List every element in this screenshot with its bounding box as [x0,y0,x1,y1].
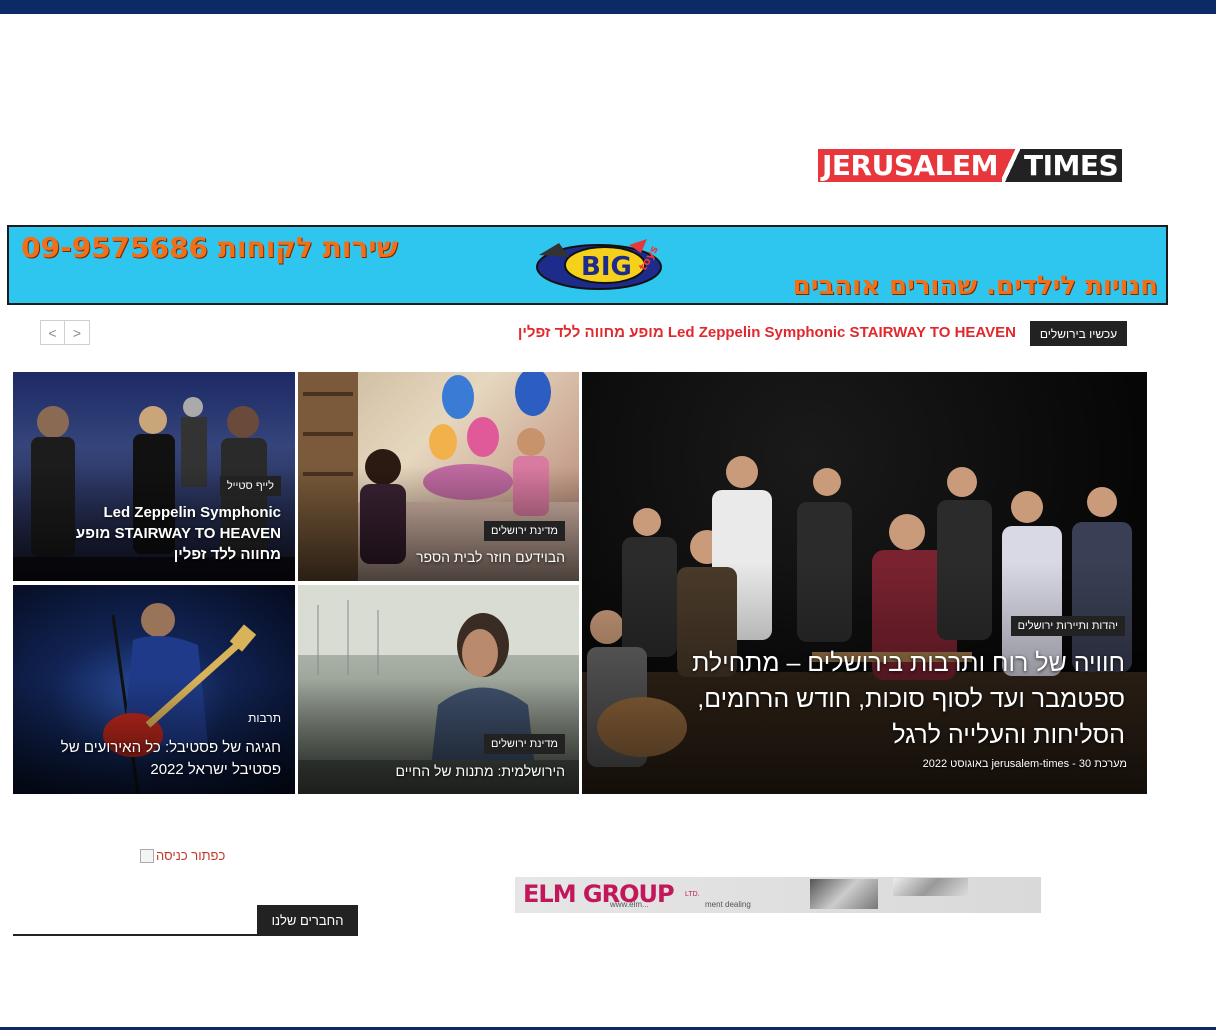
banner-brand: BIG [581,252,632,282]
article-tile-israel-festival[interactable]: תרבות חגיגה של פסטיבל: כל האירועים של פס… [13,585,295,794]
elm-group-ad[interactable]: ELM GROUP LTD. www.elm... ment dealing [515,877,1041,913]
article-tile-boidem[interactable]: מדינת ירושלים הבוידעם חוזר לבית הספר [298,372,579,581]
led-article-title[interactable]: Led Zeppelin Symphonic STAIRWAY TO HEAVE… [36,502,281,565]
ticker-label: עכשיו בירושלים [1030,321,1127,346]
main-article-author[interactable]: מערכת jerusalem-times [991,758,1127,770]
ticker-prev-button[interactable]: < [40,320,65,345]
big-toys-banner-ad[interactable]: שירות לקוחות 09-9575686 BIG toys חנויות … [7,225,1168,305]
elm-logo: ELM GROUP [523,880,675,908]
featured-article-main[interactable]: יהדות ותיירות ירושלים חוויה של רוח ותרבו… [582,372,1147,794]
ticker-headline-link[interactable]: Led Zeppelin Symphonic STAIRWAY TO HEAVE… [518,322,1016,344]
site-logo[interactable]: JERUSALEM TIMES [818,149,1123,182]
kids-article-title[interactable]: הבוידעם חוזר לבית הספר [315,547,565,567]
elm-suffix: LTD. [685,891,700,898]
logo-word-jerusalem: JERUSALEM [818,149,1003,182]
led-category-badge[interactable]: לייף סטייל [219,476,281,496]
main-article-title[interactable]: חוויה של רוח ותרבות בירושלים – מתחילת ספ… [645,645,1125,753]
sponsor-alt-text: כפתור כניסה [156,848,226,863]
elm-sub-text-2: ment dealing [705,900,751,909]
ticker-next-button[interactable]: > [65,320,90,345]
sponsor-image-link[interactable]: כפתור כניסה [140,848,225,863]
woman-article-title[interactable]: הירושלמית: מתנות של החיים [315,761,565,781]
elm-sub-text: www.elm... [610,900,649,909]
banner-slogan: חנויות לילדים. שהורים אוהבים [792,271,1158,301]
guitar-category-badge[interactable]: תרבות [248,711,281,725]
meta-separator: - [1072,758,1079,770]
guitar-article-title[interactable]: חגיגה של פסטיבל: כל האירועים של פסטיבל י… [41,737,281,781]
logo-separator [1002,149,1021,182]
main-category-badge[interactable]: יהדות ותיירות ירושלים [1010,616,1125,636]
kids-category-badge[interactable]: מדינת ירושלים [484,521,565,541]
partners-divider [13,934,358,936]
top-bar [0,0,1216,14]
elm-ad-photo-1 [810,879,878,909]
banner-phone-text: שירות לקוחות 09-9575686 [21,231,398,264]
ticker-nav: < > [40,320,90,345]
broken-image-icon [140,848,154,863]
partners-widget-title: החברים שלנו [257,905,358,935]
article-tile-led-zeppelin[interactable]: לייף סטייל Led Zeppelin Symphonic STAIRW… [13,372,295,581]
big-toys-logo: BIG toys [536,239,662,290]
woman-category-badge[interactable]: מדינת ירושלים [484,734,565,754]
article-tile-yerushalmit[interactable]: מדינת ירושלים הירושלמית: מתנות של החיים [298,585,579,794]
main-article-meta: מערכת jerusalem-times - 30 באוגוסט 2022 [923,758,1127,770]
logo-word-times: TIMES [1020,149,1123,182]
elm-ad-photo-2 [893,878,968,896]
